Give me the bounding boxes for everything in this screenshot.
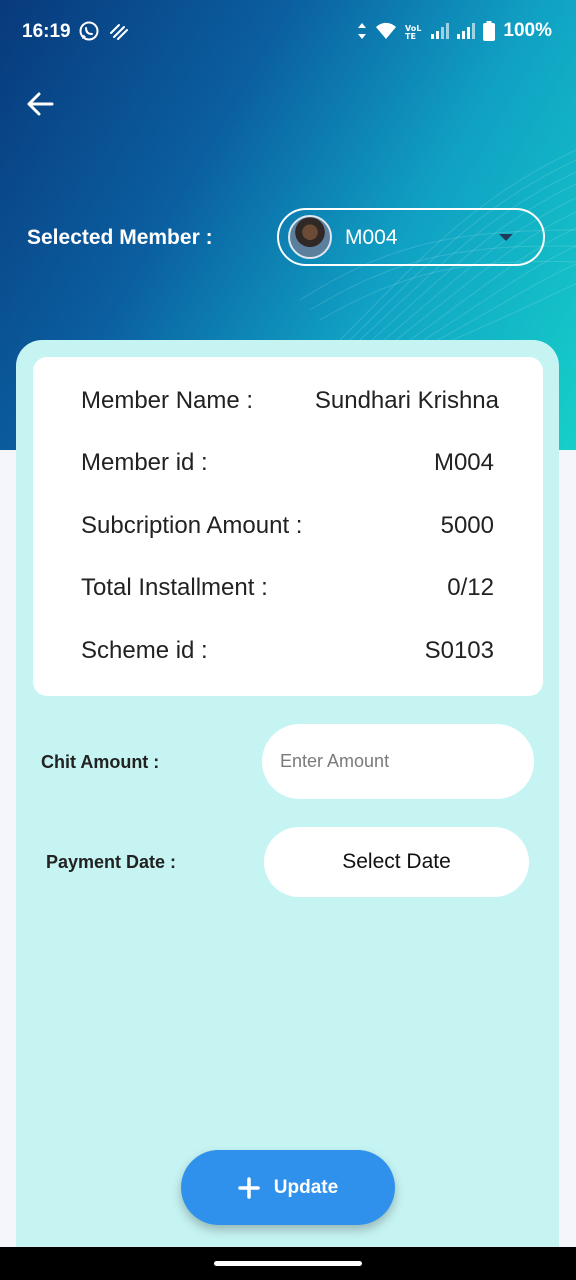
select-date-label: Select Date [342,850,451,873]
back-button[interactable] [20,84,60,124]
signal-2-icon [457,23,476,39]
select-date-button[interactable]: Select Date [264,827,529,897]
member-id-label: Member id : [81,449,208,476]
battery-percent: 100% [503,20,552,41]
subscription-amount-value: 5000 [440,512,494,539]
chit-amount-label: Chit Amount : [41,752,160,772]
member-dropdown[interactable]: M004 [277,208,545,266]
svg-text:TE: TE [405,32,416,40]
data-arrows-icon [358,23,367,39]
selected-member-label: Selected Member : [27,226,213,249]
battery-icon [483,21,496,41]
total-installment-value: 0/12 [447,574,494,601]
member-info-card: Member Name : Sundhari Krishna Member id… [33,357,543,696]
member-name-value: Sundhari Krishna [314,387,499,414]
caret-down-icon [499,234,513,241]
subscription-amount-label: Subcription Amount : [81,512,303,539]
wifi-icon [376,22,397,39]
scheme-id-label: Scheme id : [81,637,208,664]
member-dropdown-value: M004 [345,226,398,249]
member-name-label: Member Name : [81,387,254,414]
system-nav-bar [0,1247,576,1280]
payment-date-label: Payment Date : [46,852,177,872]
member-avatar [288,215,332,259]
status-time: 16:19 [22,21,71,42]
status-bar: 16:19 VoL TE 100% [0,0,576,66]
volte-icon: VoL TE [405,24,421,40]
update-label: Update [273,1176,339,1198]
data-saver-icon [110,24,128,40]
chit-amount-input[interactable] [262,724,534,799]
signal-1-icon [431,23,450,39]
home-gesture-handle[interactable] [214,1261,362,1266]
plus-icon [238,1176,260,1199]
whatsapp-icon [79,21,99,41]
member-id-value: M004 [433,449,494,476]
arrow-left-icon [27,92,54,116]
scheme-id-value: S0103 [424,637,494,664]
update-button[interactable]: Update [181,1150,395,1225]
total-installment-label: Total Installment : [81,574,268,601]
